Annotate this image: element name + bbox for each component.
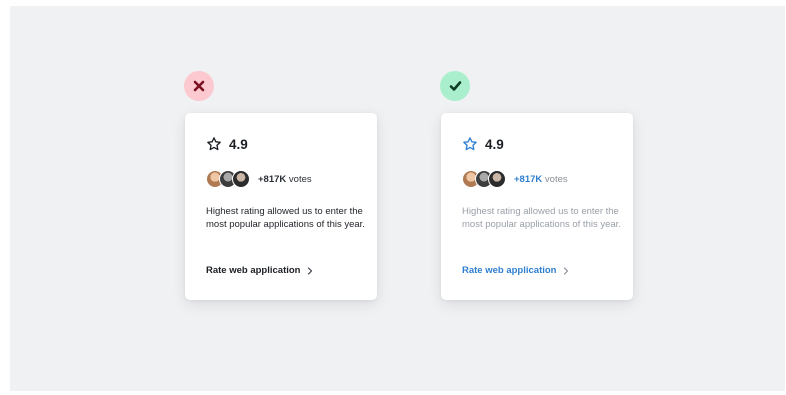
rating-value: 4.9 (229, 136, 248, 152)
votes-row: +817K votes (462, 170, 568, 188)
close-icon (193, 80, 205, 92)
rate-web-application-link[interactable]: Rate web application (206, 265, 313, 276)
description: Highest rating allowed us to enter the m… (462, 206, 621, 230)
canvas: 4.9 +817K votes Highest rating allowed u… (10, 6, 785, 391)
chevron-right-icon (563, 266, 568, 275)
votes-text: +817K votes (514, 174, 568, 185)
cta-label: Rate web application (462, 265, 557, 276)
check-icon (449, 81, 461, 91)
avatar-group (462, 170, 506, 188)
avatar (488, 170, 506, 188)
rating-row: 4.9 (462, 135, 504, 153)
rating-row: 4.9 (206, 135, 248, 153)
votes-label: votes (288, 173, 312, 185)
rating-card-good: 4.9 +817K votes Highest rating allowed u… (441, 113, 633, 300)
votes-row: +817K votes (206, 170, 312, 188)
cta-label: Rate web application (206, 265, 301, 276)
rating-value: 4.9 (485, 136, 504, 152)
star-icon (207, 137, 221, 151)
rating-card-bad: 4.9 +817K votes Highest rating allowed u… (185, 113, 377, 300)
votes-count: +817K (258, 173, 287, 185)
votes-text: +817K votes (258, 174, 312, 185)
votes-label: votes (544, 173, 568, 185)
rate-web-application-link[interactable]: Rate web application (462, 265, 569, 276)
avatar-group (206, 170, 250, 188)
avatar (232, 170, 250, 188)
votes-count: +817K (514, 173, 543, 185)
chevron-right-icon (307, 266, 312, 275)
correct-badge (440, 71, 470, 101)
star-icon (463, 137, 477, 151)
incorrect-badge (184, 71, 214, 101)
description: Highest rating allowed us to enter the m… (206, 206, 365, 230)
